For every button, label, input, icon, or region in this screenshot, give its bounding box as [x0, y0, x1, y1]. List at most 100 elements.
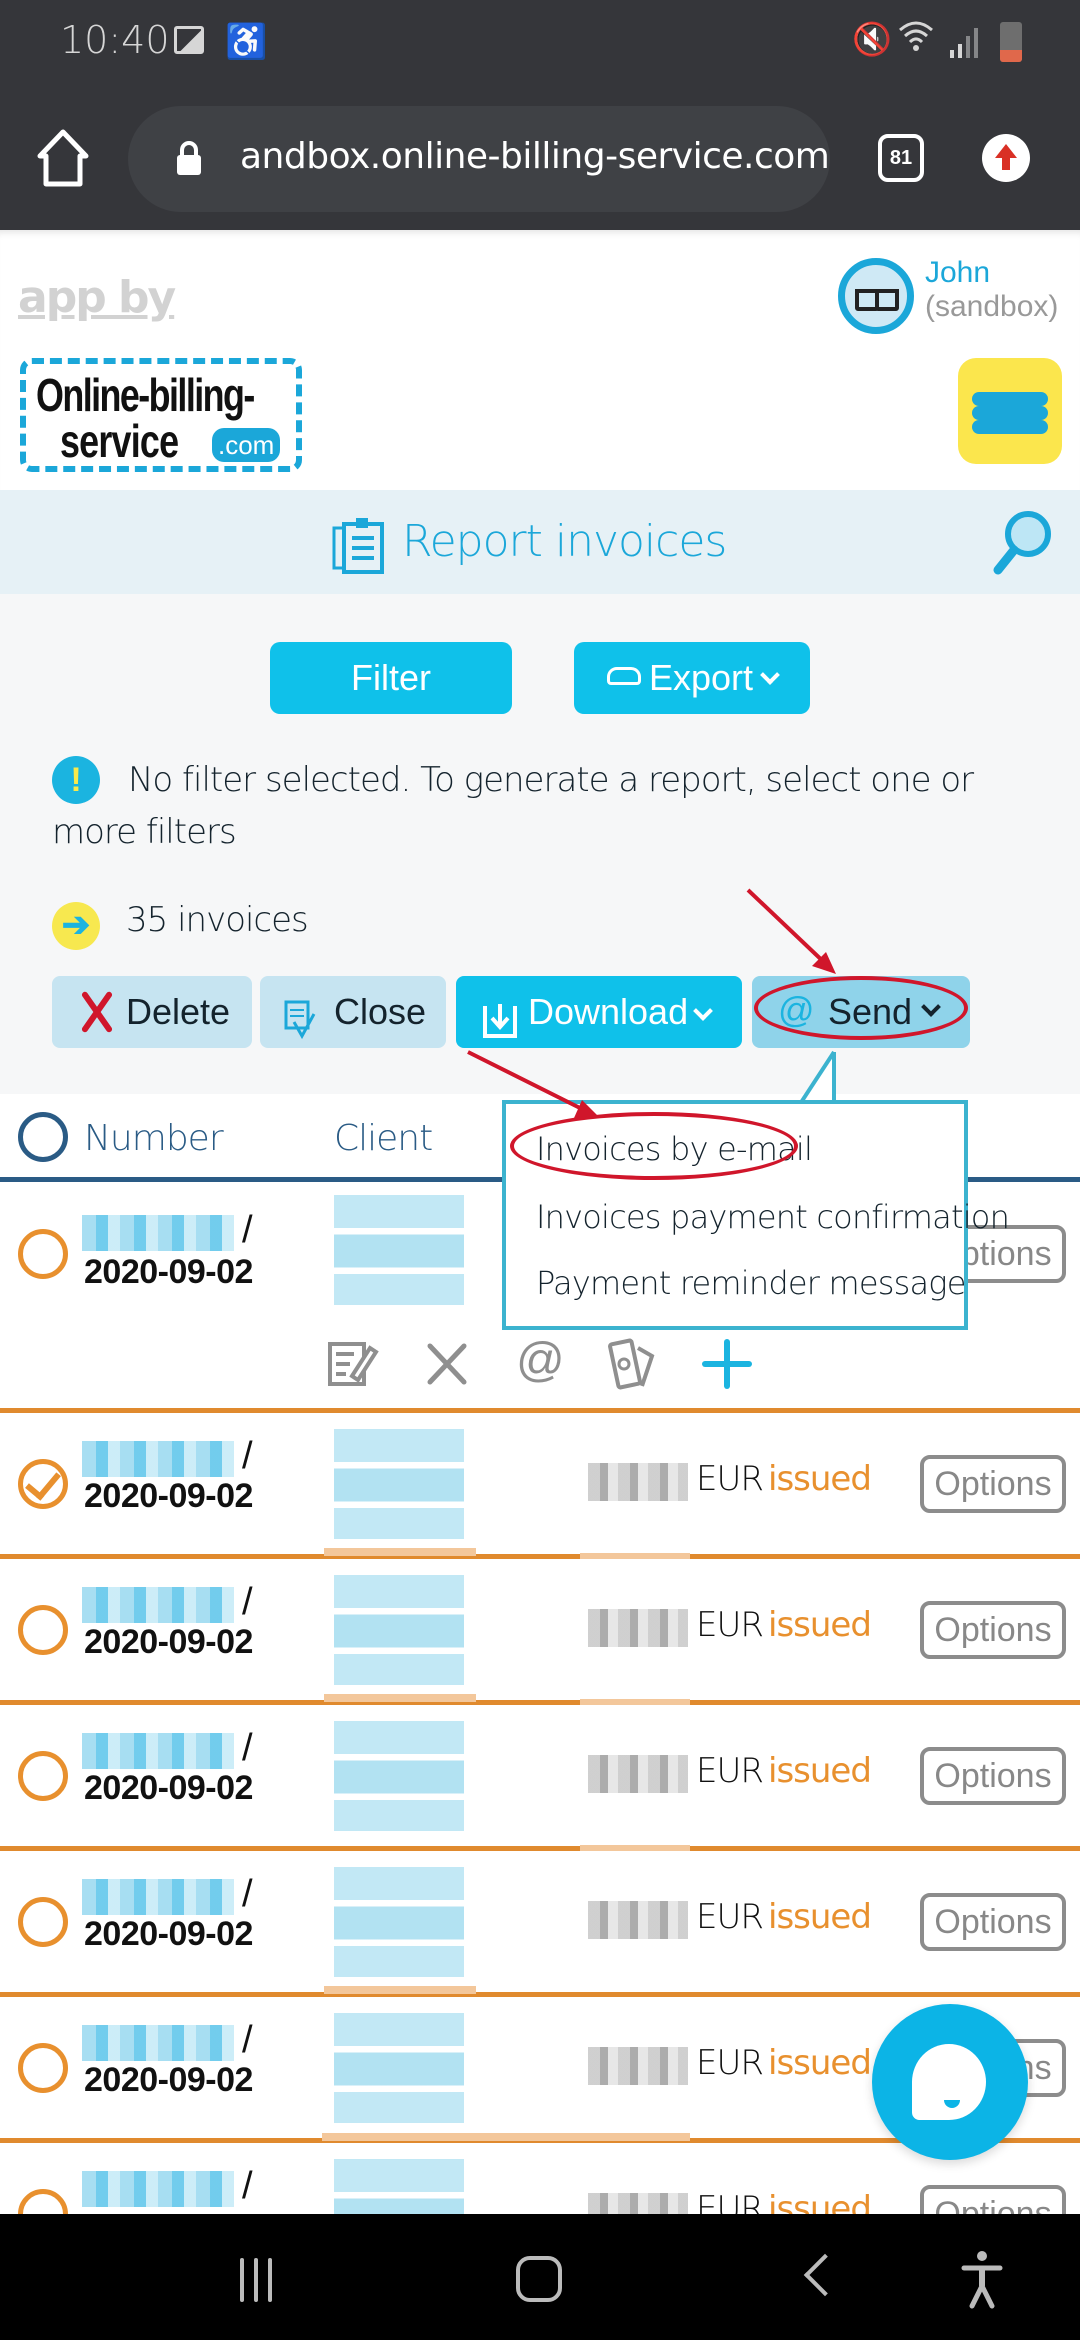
chevron-down-icon: [693, 1001, 713, 1021]
menu-item-invoices-by-email[interactable]: Invoices by e-mail: [536, 1130, 813, 1168]
clipboard-icon: [332, 514, 390, 574]
chat-button[interactable]: [872, 2004, 1028, 2160]
row-select-radio[interactable]: [18, 1605, 68, 1655]
page-title-bar: Report invoices: [0, 490, 1080, 594]
address-bar[interactable]: andbox.online-billing-service.com: [128, 106, 830, 212]
select-all-radio[interactable]: [18, 1112, 68, 1162]
row-select-radio-checked[interactable]: [18, 1459, 68, 1509]
mute-icon: 🔇: [852, 21, 892, 57]
chat-bubble-icon: [912, 2044, 986, 2120]
status-badge: issued: [768, 1605, 872, 1645]
image-icon: [174, 26, 204, 54]
client-blurred: [334, 2013, 464, 2123]
invoice-date: 2020-09-02: [84, 1769, 253, 1807]
currency: EUR: [696, 1459, 764, 1499]
row-select-radio[interactable]: [18, 1751, 68, 1801]
invoice-number-blurred: [82, 2025, 234, 2061]
arrow-right-icon: ➔: [52, 902, 100, 950]
accessibility-nav-icon[interactable]: [960, 2250, 1004, 2310]
page-title: Report invoices: [402, 516, 727, 567]
table-row[interactable]: / 2020-09-02 EUR issued Options: [0, 1851, 1080, 1997]
invoice-date: 2020-09-02: [84, 2061, 253, 2099]
url-text[interactable]: andbox.online-billing-service.com: [240, 136, 830, 177]
download-icon: [482, 992, 518, 1038]
filter-button[interactable]: Filter: [270, 642, 512, 714]
signal-icon: [950, 28, 980, 58]
currency: EUR: [696, 1751, 764, 1791]
options-button[interactable]: Options: [920, 1455, 1066, 1513]
search-icon[interactable]: [990, 508, 1056, 578]
row-select-radio[interactable]: [18, 1229, 68, 1279]
recent-apps-icon[interactable]: [236, 2258, 280, 2302]
table-row[interactable]: / 2020-09-02 EUR issued Options: [0, 1559, 1080, 1707]
client-blurred: [334, 1195, 464, 1305]
invoice-count: 35 invoices: [126, 900, 309, 940]
tab-switcher-button[interactable]: 81: [878, 134, 924, 182]
browser-toolbar: andbox.online-billing-service.com 81: [0, 90, 1080, 230]
calculator-check-icon: [284, 992, 316, 1040]
invoice-date: 2020-09-02: [84, 1915, 253, 1953]
edit-icon[interactable]: [326, 1336, 380, 1392]
amount-blurred: [588, 1755, 688, 1793]
chevron-down-icon: [760, 665, 780, 685]
report-controls: Filter Export ! No filter selected. To g…: [0, 594, 1080, 1094]
user-role: (sandbox): [925, 290, 1059, 323]
delete-button[interactable]: Delete: [52, 976, 252, 1048]
client-blurred: [334, 1575, 464, 1685]
payment-icon[interactable]: [608, 1336, 662, 1392]
status-bar: 10:40 ♿ 🔇: [0, 0, 1080, 90]
currency: EUR: [696, 2043, 764, 2083]
row-select-radio[interactable]: [18, 2043, 68, 2093]
status-badge: issued: [768, 1751, 872, 1791]
client-blurred: [334, 1867, 464, 1977]
cancel-icon[interactable]: [420, 1336, 474, 1392]
menu-item-payment-reminder[interactable]: Payment reminder message: [536, 1264, 966, 1302]
row-action-icons: @: [0, 1320, 1080, 1410]
menu-item-payment-confirmation[interactable]: Invoices payment confirmation: [536, 1198, 1010, 1236]
row-select-radio[interactable]: [18, 1897, 68, 1947]
amount-blurred: [588, 1463, 688, 1501]
user-name[interactable]: John: [925, 256, 990, 290]
send-button[interactable]: @ Send: [752, 976, 970, 1048]
logo[interactable]: Online-billing- service .com: [20, 358, 302, 472]
close-invoices-button[interactable]: Close: [260, 976, 446, 1048]
status-badge: issued: [768, 1459, 872, 1499]
email-icon[interactable]: @: [516, 1336, 570, 1392]
send-dropdown-menu: Invoices by e-mail Invoices payment conf…: [502, 1100, 1010, 1330]
column-client[interactable]: Client: [334, 1118, 433, 1159]
add-icon[interactable]: [700, 1336, 754, 1392]
dropdown-pointer: [800, 1050, 836, 1106]
lock-icon: [176, 140, 202, 176]
client-blurred: [334, 1429, 464, 1539]
amount-blurred: [588, 2047, 688, 2085]
system-nav-bar: [0, 2214, 1080, 2340]
app-header: app by Online-billing- service .com John…: [0, 230, 1080, 490]
options-button[interactable]: Options: [920, 1601, 1066, 1659]
back-icon[interactable]: [803, 2253, 847, 2297]
home-nav-icon[interactable]: [516, 2256, 562, 2302]
currency: EUR: [696, 1605, 764, 1645]
status-badge: issued: [768, 1897, 872, 1937]
export-button[interactable]: Export: [574, 642, 810, 714]
options-button[interactable]: Options: [920, 1747, 1066, 1805]
cloud-icon: [606, 667, 641, 686]
accessibility-icon: ♿: [225, 23, 268, 61]
delete-icon: [78, 992, 116, 1032]
hamburger-menu-button[interactable]: [958, 358, 1062, 464]
app-by-label: app by: [18, 272, 176, 323]
invoice-date: 2020-09-02: [84, 1477, 253, 1515]
avatar[interactable]: [838, 258, 914, 334]
home-icon[interactable]: [36, 128, 90, 188]
download-button[interactable]: Download: [456, 976, 742, 1048]
wifi-icon: [898, 18, 934, 62]
update-icon[interactable]: [982, 134, 1030, 182]
options-button[interactable]: Options: [920, 1893, 1066, 1951]
battery-icon: [1000, 22, 1022, 62]
column-number[interactable]: Number: [84, 1118, 224, 1159]
at-icon: @: [778, 989, 815, 1030]
table-row[interactable]: / 2020-09-02 EUR issued Options: [0, 1705, 1080, 1853]
invoice-number-blurred: [82, 1441, 234, 1477]
table-row[interactable]: / 2020-09-02 EUR issued Options: [0, 1413, 1080, 1561]
clock: 10:40: [60, 18, 170, 62]
invoice-number-blurred: [82, 2171, 234, 2207]
